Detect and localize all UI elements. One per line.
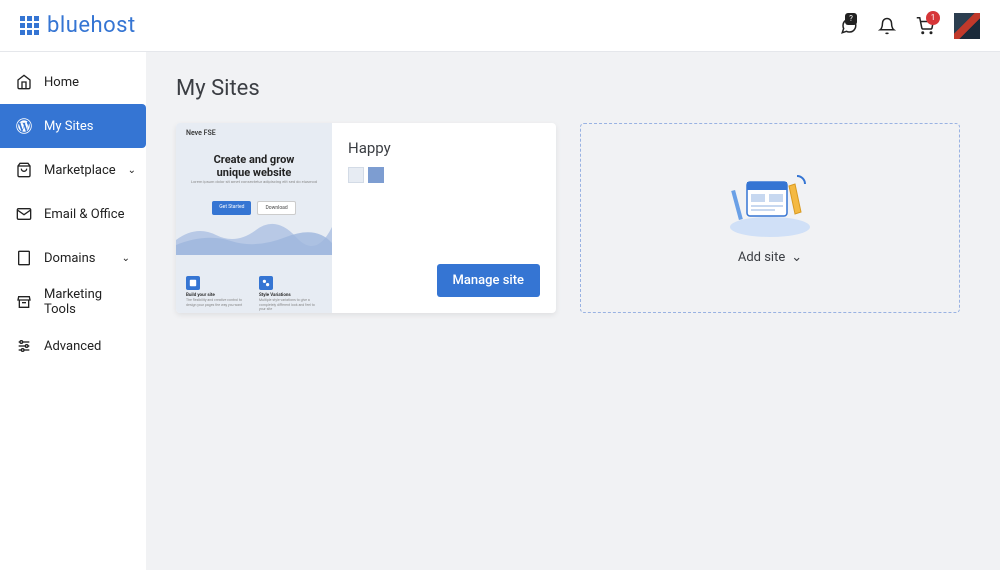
chevron-down-icon: ⌄ bbox=[791, 250, 802, 265]
main-content: My Sites Neve FSE Create and growunique … bbox=[146, 52, 1000, 570]
avatar[interactable] bbox=[954, 13, 980, 39]
top-bar: bluehost ? 1 bbox=[0, 0, 1000, 52]
building-icon bbox=[16, 250, 32, 266]
bag-icon bbox=[16, 162, 32, 178]
sidebar-item-domains[interactable]: Domains ⌄ bbox=[0, 236, 146, 280]
logo-icon bbox=[20, 16, 39, 35]
sidebar-label: Advanced bbox=[44, 339, 130, 354]
site-name: Happy bbox=[348, 139, 540, 157]
site-card: Neve FSE Create and growunique website L… bbox=[176, 123, 556, 313]
sliders-icon bbox=[16, 338, 32, 354]
chat-icon[interactable]: ? bbox=[840, 17, 858, 35]
sidebar-label: My Sites bbox=[44, 119, 130, 134]
sidebar-label: Email & Office bbox=[44, 207, 130, 222]
sidebar-item-email[interactable]: Email & Office bbox=[0, 192, 146, 236]
mail-icon bbox=[16, 206, 32, 222]
sidebar-label: Domains bbox=[44, 251, 110, 266]
feature-icon bbox=[186, 276, 200, 290]
manage-site-button[interactable]: Manage site bbox=[437, 264, 540, 297]
bell-icon[interactable] bbox=[878, 17, 896, 35]
sidebar-item-mysites[interactable]: My Sites bbox=[0, 104, 146, 148]
sidebar-item-marketplace[interactable]: Marketplace ⌄ bbox=[0, 148, 146, 192]
preview-theme: Neve FSE bbox=[186, 129, 216, 137]
preview-cta-secondary: Download bbox=[257, 201, 295, 215]
home-icon bbox=[16, 74, 32, 90]
add-site-label: Add site ⌄ bbox=[738, 250, 802, 265]
preview-cta-primary: Get Started bbox=[212, 201, 251, 215]
sidebar-label: Marketing Tools bbox=[44, 287, 130, 317]
chevron-down-icon: ⌄ bbox=[122, 253, 130, 264]
sidebar-item-marketing[interactable]: Marketing Tools bbox=[0, 280, 146, 324]
top-actions: ? 1 bbox=[840, 13, 980, 39]
site-swatches bbox=[348, 167, 540, 183]
page-title: My Sites bbox=[176, 76, 970, 101]
wordpress-icon bbox=[16, 118, 32, 134]
feature-icon bbox=[259, 276, 273, 290]
sidebar-label: Home bbox=[44, 75, 130, 90]
preview-headline: Create and growunique website bbox=[176, 153, 332, 179]
cart-icon[interactable]: 1 bbox=[916, 17, 934, 35]
cart-badge: 1 bbox=[926, 11, 940, 25]
sidebar-item-home[interactable]: Home bbox=[0, 60, 146, 104]
chevron-down-icon: ⌄ bbox=[128, 165, 136, 176]
sidebar-item-advanced[interactable]: Advanced bbox=[0, 324, 146, 368]
add-site-illustration-icon bbox=[725, 172, 815, 238]
preview-subtext: Lorem ipsum dolor sit amet consectetur a… bbox=[186, 179, 322, 184]
swatch-blue[interactable] bbox=[368, 167, 384, 183]
preview-features: Build your site The flexibility and crea… bbox=[176, 276, 332, 311]
swatch-light[interactable] bbox=[348, 167, 364, 183]
sidebar-label: Marketplace bbox=[44, 163, 116, 178]
sidebar: Home My Sites Marketplace ⌄ Email & Offi… bbox=[0, 52, 146, 570]
chat-badge: ? bbox=[845, 13, 857, 25]
store-icon bbox=[16, 294, 32, 310]
site-info: Happy Manage site bbox=[332, 123, 556, 313]
site-preview[interactable]: Neve FSE Create and growunique website L… bbox=[176, 123, 332, 313]
brand-name: bluehost bbox=[47, 13, 136, 38]
brand-logo[interactable]: bluehost bbox=[20, 13, 136, 38]
site-cards: Neve FSE Create and growunique website L… bbox=[176, 123, 970, 313]
preview-mountains-icon bbox=[176, 215, 332, 255]
add-site-card[interactable]: Add site ⌄ bbox=[580, 123, 960, 313]
